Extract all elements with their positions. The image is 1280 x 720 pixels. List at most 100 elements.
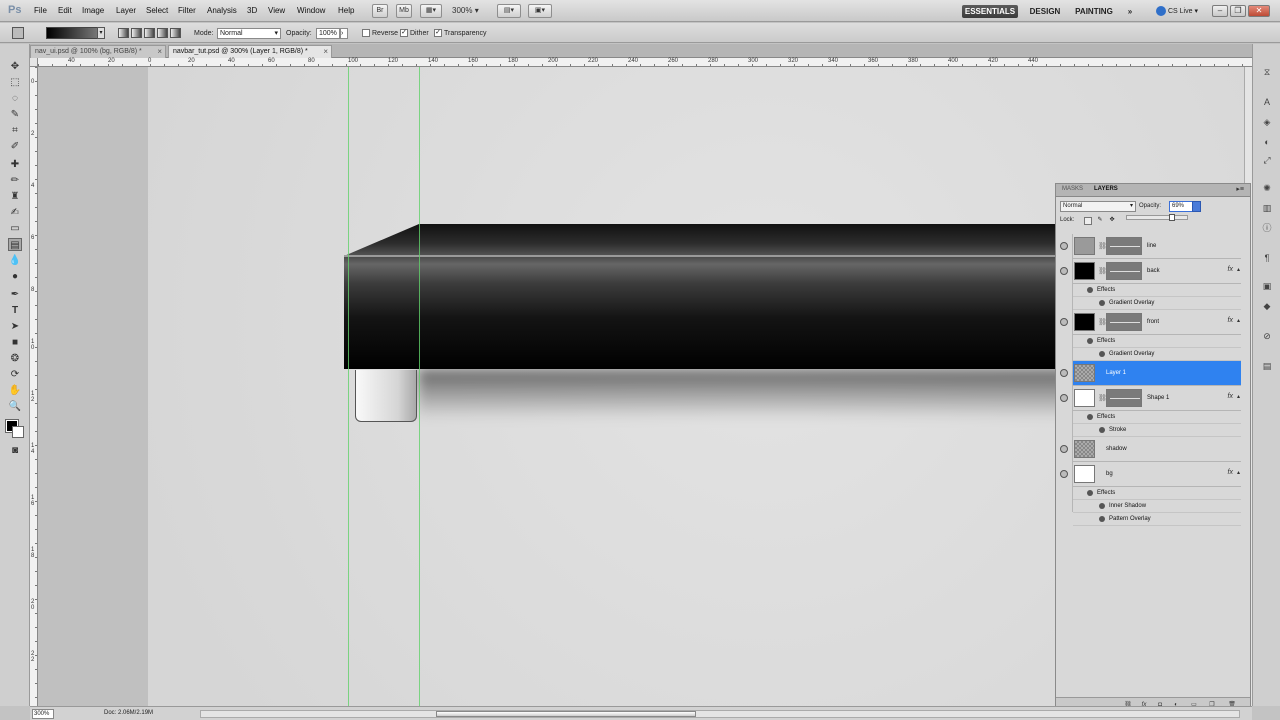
effects-eye-icon[interactable] [1087,490,1093,496]
reflected-gradient-button[interactable] [157,28,168,38]
more-workspaces-button[interactable]: » [1124,5,1136,18]
menu-view[interactable]: View [268,6,285,15]
mini-bridge-button[interactable]: Mb [396,4,412,18]
workspace-essentials[interactable]: ESSENTIALS [962,5,1018,18]
histogram-panel-icon[interactable]: ▥ [1261,202,1273,214]
restore-button[interactable]: ❐ [1230,5,1246,17]
eye-icon[interactable] [1060,369,1068,377]
zoom-tool-icon[interactable]: 🔍 [8,400,22,413]
lasso-tool-icon[interactable]: ◌ [8,92,22,105]
move-tool-icon[interactable]: ✥ [8,60,22,73]
layer-row[interactable]: Layer 1 [1060,361,1241,386]
layer-row[interactable]: ⛓ back fx ▴ [1060,259,1241,284]
menu-select[interactable]: Select [146,6,168,15]
effect-eye-icon[interactable] [1099,300,1105,306]
gradient-tool-icon[interactable]: ▤ [8,238,22,251]
horizontal-scroll-thumb[interactable] [436,711,696,717]
character-panel-icon[interactable]: A [1261,96,1273,108]
3d-rotate-tool-icon[interactable]: ❂ [8,352,22,365]
tab-nav-ui[interactable]: nav_ui.psd @ 100% (bg, RGB/8) * × [30,45,166,58]
zoom-level-select[interactable]: 300% ▾ [452,6,479,15]
blend-mode-select[interactable]: Normal ▾ [1060,201,1136,212]
transparency-checkbox[interactable]: ✓ [434,29,442,37]
layers-panel-icon[interactable]: ◆ [1261,300,1273,312]
horizontal-scrollbar[interactable] [200,710,1240,718]
bridge-button[interactable]: Br [372,4,388,18]
close-button[interactable]: ✕ [1248,5,1270,17]
quick-select-tool-icon[interactable]: ✎ [8,108,22,121]
mode-select[interactable]: Normal ▾ [217,28,281,39]
workspace-design[interactable]: DESIGN [1026,5,1064,18]
blur-tool-icon[interactable]: 💧 [8,254,22,267]
layer-row[interactable]: bg fx ▴ [1060,462,1241,487]
transform-panel-icon[interactable]: ⤢ [1261,154,1273,166]
cs-live-button[interactable]: CS Live ▾ [1156,6,1198,16]
path-selection-tool-icon[interactable]: ➤ [8,320,22,333]
vertical-guide[interactable] [419,67,420,706]
history-brush-tool-icon[interactable]: ✍ [8,206,22,219]
close-icon[interactable]: × [323,46,328,58]
effects-eye-icon[interactable] [1087,414,1093,420]
close-icon[interactable]: × [157,46,162,58]
diamond-gradient-button[interactable] [170,28,181,38]
layer-row[interactable]: ⛓ front fx ▴ [1060,310,1241,335]
effect-item[interactable]: Stroke [1073,424,1241,437]
layer-opacity-arrow[interactable] [1192,201,1201,212]
gradient-picker-arrow[interactable]: ▾ [97,27,105,39]
tab-navbar-tut[interactable]: navbar_tut.psd @ 300% (Layer 1, RGB/8) *… [168,45,332,58]
reverse-checkbox[interactable] [362,29,370,37]
effects-row[interactable]: Effects [1073,411,1241,424]
lock-image-icon[interactable]: ✎ [1096,217,1104,225]
effects-row[interactable]: Effects [1073,284,1241,297]
3d-orbit-tool-icon[interactable]: ⟳ [8,368,22,381]
eye-icon[interactable] [1060,445,1068,453]
expand-effects-icon[interactable]: ▴ [1237,266,1240,273]
fx-icon[interactable]: fx [1228,393,1233,400]
layer-opacity-slider[interactable] [1126,215,1188,220]
document-info[interactable]: Doc: 2.06M/2.19M [104,710,153,716]
status-zoom-field[interactable]: 300% [32,709,54,719]
3d-panel-icon[interactable]: ◈ [1261,116,1273,128]
healing-brush-tool-icon[interactable]: ✚ [8,158,22,171]
eye-icon[interactable] [1060,394,1068,402]
menu-3d[interactable]: 3D [247,6,257,15]
vertical-ruler[interactable]: 0 2 4 6 8 10 12 14 16 18 20 22 [30,67,38,706]
lock-transparent-icon[interactable] [1084,217,1092,225]
effects-eye-icon[interactable] [1087,338,1093,344]
background-color-swatch[interactable] [12,426,24,438]
tab-masks[interactable]: MASKS [1062,186,1083,192]
vertical-guide[interactable] [348,67,349,706]
opacity-field[interactable]: 100% [316,28,340,39]
shape-tool-icon[interactable]: ■ [8,336,22,349]
channels-panel-icon[interactable]: ⊘ [1261,330,1273,342]
minimize-button[interactable]: – [1212,5,1228,17]
gradient-picker[interactable] [46,27,98,39]
workspace-painting[interactable]: PAINTING [1071,5,1117,18]
layer-row[interactable]: ⛓ Shape 1 fx ▴ [1060,386,1241,411]
menu-analysis[interactable]: Analysis [207,6,237,15]
dither-checkbox[interactable]: ✓ [400,29,408,37]
opacity-arrow[interactable]: › [340,28,348,39]
expand-effects-icon[interactable]: ▴ [1237,317,1240,324]
fx-icon[interactable]: fx [1228,317,1233,324]
opacity-slider-thumb[interactable] [1168,214,1175,221]
layer-row[interactable]: ⛓ line [1060,234,1241,259]
radial-gradient-button[interactable] [131,28,142,38]
effects-row[interactable]: Effects [1073,335,1241,348]
eyedropper-tool-icon[interactable]: ✐ [8,140,22,153]
menu-window[interactable]: Window [297,6,325,15]
expand-effects-icon[interactable]: ▴ [1237,469,1240,476]
tab-layers[interactable]: LAYERS [1094,186,1118,192]
styles-panel-icon[interactable]: ◐ [1261,136,1273,148]
eye-icon[interactable] [1060,242,1068,250]
eye-icon[interactable] [1060,318,1068,326]
paths-panel-icon[interactable]: ▤ [1261,360,1273,372]
effect-item[interactable]: Inner Shadow [1073,500,1241,513]
menu-layer[interactable]: Layer [116,6,136,15]
pen-tool-icon[interactable]: ✒ [8,288,22,301]
expand-effects-icon[interactable]: ▴ [1237,393,1240,400]
ruler-origin[interactable] [30,58,38,67]
effects-eye-icon[interactable] [1087,287,1093,293]
marquee-tool-icon[interactable]: ⬚ [8,76,22,89]
menu-file[interactable]: File [34,6,47,15]
